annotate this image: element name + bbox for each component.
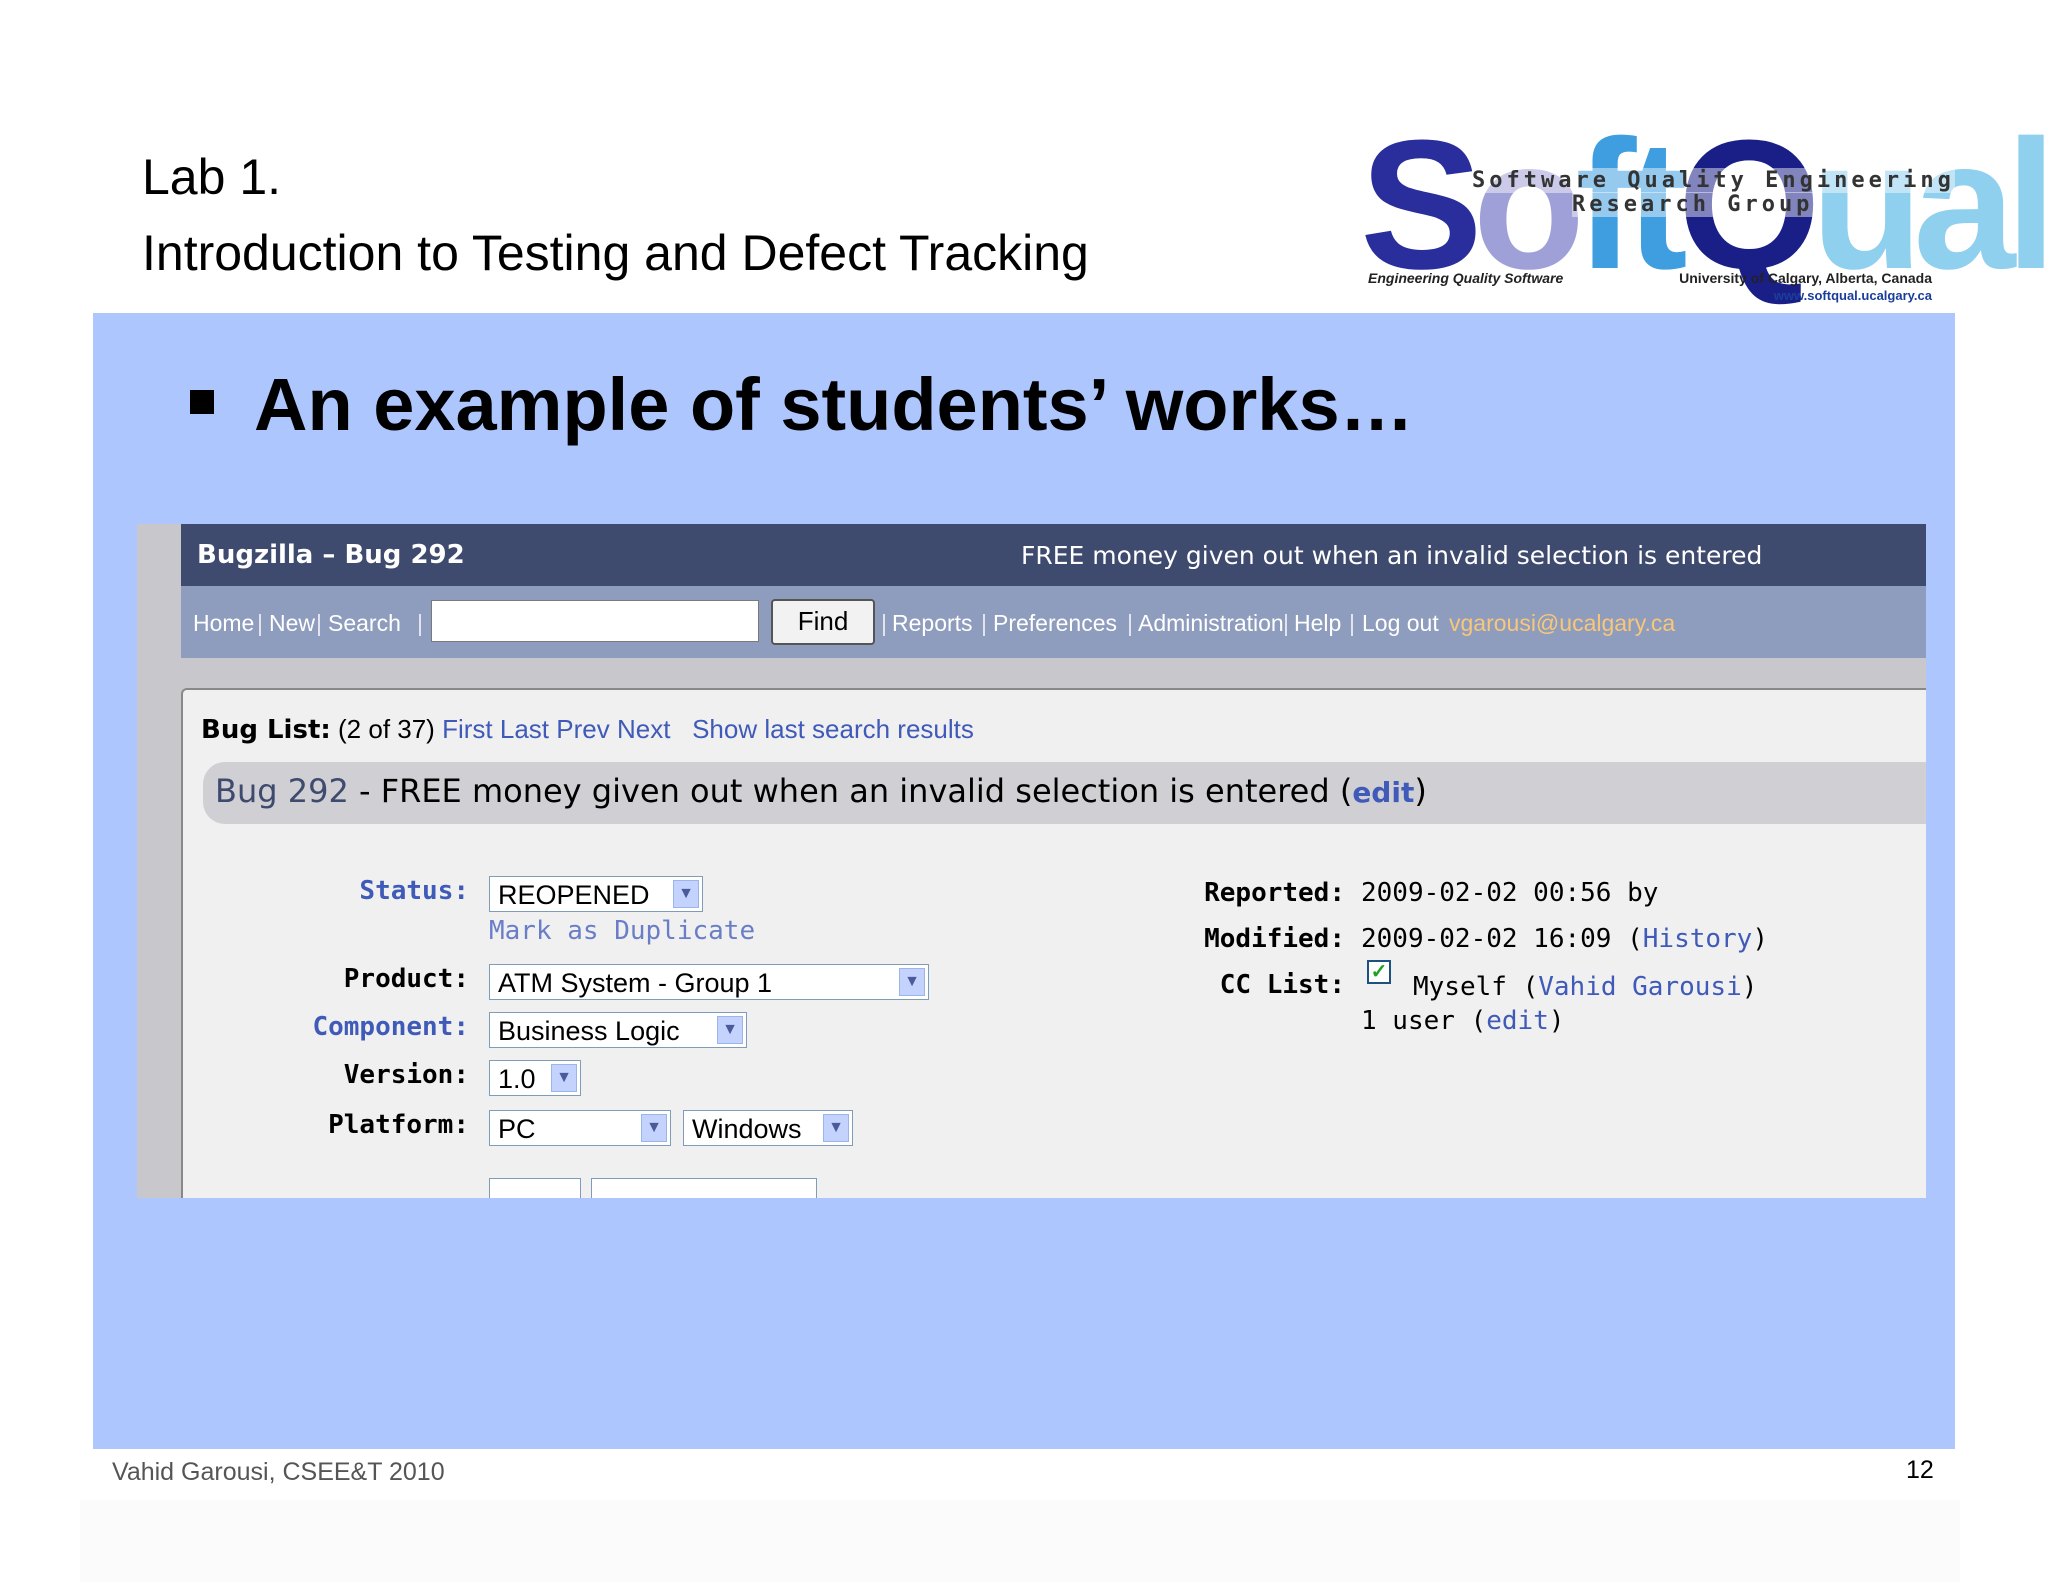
platform-label: Platform: [328,1110,469,1140]
history-link[interactable]: History [1643,924,1753,954]
chevron-down-icon: ▼ [717,1016,743,1044]
nav-separator: | [1349,610,1355,636]
bug-heading-summary: - FREE money given out when an invalid s… [348,772,1340,810]
modified-row: 2009-02-02 16:09 (History) [1361,924,1768,954]
nav-separator: | [981,610,987,636]
modified-label: Modified: [1204,924,1345,954]
nav-new-link[interactable]: New [269,610,315,637]
chevron-down-icon: ▼ [673,880,699,908]
status-select[interactable]: REOPENED ▼ [489,876,703,912]
edit-summary-link[interactable]: edit [1352,776,1414,809]
lab-subtitle: Introduction to Testing and Defect Track… [142,225,1089,281]
first-link[interactable]: First [442,714,493,744]
product-value: ATM System - Group 1 [498,968,773,998]
version-label: Version: [343,1060,469,1090]
cc-count-row: 1 user (edit) [1361,1006,1565,1036]
product-label: Product: [343,964,469,994]
lab-title: Lab 1. [142,149,282,205]
bugzilla-nav-bar: Home | New | Search | Find | Reports | P… [181,586,1926,658]
logo-tagline-1: Software Quality Engineering [1472,168,1955,193]
os-select[interactable]: Windows ▼ [683,1110,853,1146]
prev-link[interactable]: Prev [556,714,609,744]
softqual-logo: SoftQual Software Quality Engineering Re… [1360,112,2048,308]
cc-edit-link[interactable]: edit [1486,1006,1549,1036]
version-value: 1.0 [498,1064,536,1094]
reported-label: Reported: [1204,878,1345,908]
footer-author: Vahid Garousi, CSEE&T 2010 [112,1458,445,1486]
quick-search-input[interactable] [431,600,759,642]
component-select[interactable]: Business Logic ▼ [489,1012,747,1048]
footer-band [80,1500,1960,1582]
logo-left-caption: Engineering Quality Software [1368,270,1564,286]
cc-user-link[interactable]: Vahid Garousi [1538,972,1742,1002]
find-button[interactable]: Find [771,599,875,645]
bug-list-count: (2 of 37) [338,714,435,744]
component-value: Business Logic [498,1016,680,1046]
next-link[interactable]: Next [617,714,670,744]
logo-right-caption: University of Calgary, Alberta, Canada [1679,270,1932,286]
bug-details-panel: Bug List: (2 of 37) First Last Prev Next… [181,688,1926,1198]
show-last-search-link[interactable]: Show last search results [692,714,974,744]
bug-list-navigation: Bug List: (2 of 37) First Last Prev Next… [201,714,974,745]
cc-myself-label: Myself [1413,972,1507,1002]
cc-count: 1 user [1361,1006,1455,1036]
nav-logout-link[interactable]: Log out [1362,610,1439,637]
bug-list-label: Bug List: [201,715,331,745]
cc-myself-checkbox[interactable]: ✓ [1367,960,1391,984]
reported-value: 2009-02-02 00:56 by [1361,878,1659,908]
bug-heading: Bug 292 - FREE money given out when an i… [215,772,1427,810]
nav-preferences-link[interactable]: Preferences [993,610,1117,637]
bugzilla-title: Bugzilla – Bug 292 [197,540,465,570]
nav-reports-link[interactable]: Reports [892,610,973,637]
nav-separator: | [257,610,263,636]
nav-separator: | [1283,610,1289,636]
bugzilla-screenshot: Bugzilla – Bug 292 FREE money given out … [137,524,1926,1198]
bullet-square-icon [190,390,214,414]
component-label: Component: [312,1012,469,1042]
cc-myself-row: Myself (Vahid Garousi) [1413,972,1758,1002]
nav-home-link[interactable]: Home [193,610,254,637]
nav-separator: | [417,610,423,636]
product-select[interactable]: ATM System - Group 1 ▼ [489,964,929,1000]
mark-duplicate-link[interactable]: Mark as Duplicate [489,916,755,946]
bugzilla-title-bar: Bugzilla – Bug 292 FREE money given out … [181,524,1926,586]
nav-help-link[interactable]: Help [1294,610,1341,637]
nav-separator: | [881,610,887,636]
bug-heading-bar: Bug 292 - FREE money given out when an i… [203,762,1926,824]
os-value: Windows [692,1114,802,1144]
nav-administration-link[interactable]: Administration [1138,610,1284,637]
status-value: REOPENED [498,880,650,910]
cc-list-label: CC List: [1219,970,1345,1000]
platform-value: PC [498,1114,536,1144]
user-email: vgarousi@ucalgary.ca [1449,610,1676,636]
bug-summary-banner: FREE money given out when an invalid sel… [1021,541,1763,570]
nav-search-link[interactable]: Search [328,610,401,637]
logo-tagline-2: Research Group [1572,192,1814,217]
nav-separator: | [316,610,322,636]
chevron-down-icon: ▼ [899,968,925,996]
priority-select[interactable] [489,1178,581,1198]
nav-separator: | [1127,610,1133,636]
bug-number: Bug 292 [215,772,349,810]
modified-value: 2009-02-02 16:09 [1361,924,1612,954]
severity-select[interactable] [591,1178,817,1198]
chevron-down-icon: ▼ [641,1114,667,1142]
last-link[interactable]: Last [500,714,549,744]
version-select[interactable]: 1.0 ▼ [489,1060,581,1096]
bullet-heading: An example of students’ works… [254,363,1414,446]
status-label: Status: [359,876,469,906]
page-number: 12 [1906,1456,1934,1484]
chevron-down-icon: ▼ [823,1114,849,1142]
chevron-down-icon: ▼ [551,1064,577,1092]
platform-select[interactable]: PC ▼ [489,1110,671,1146]
logo-url: www.softqual.ucalgary.ca [1773,288,1932,303]
